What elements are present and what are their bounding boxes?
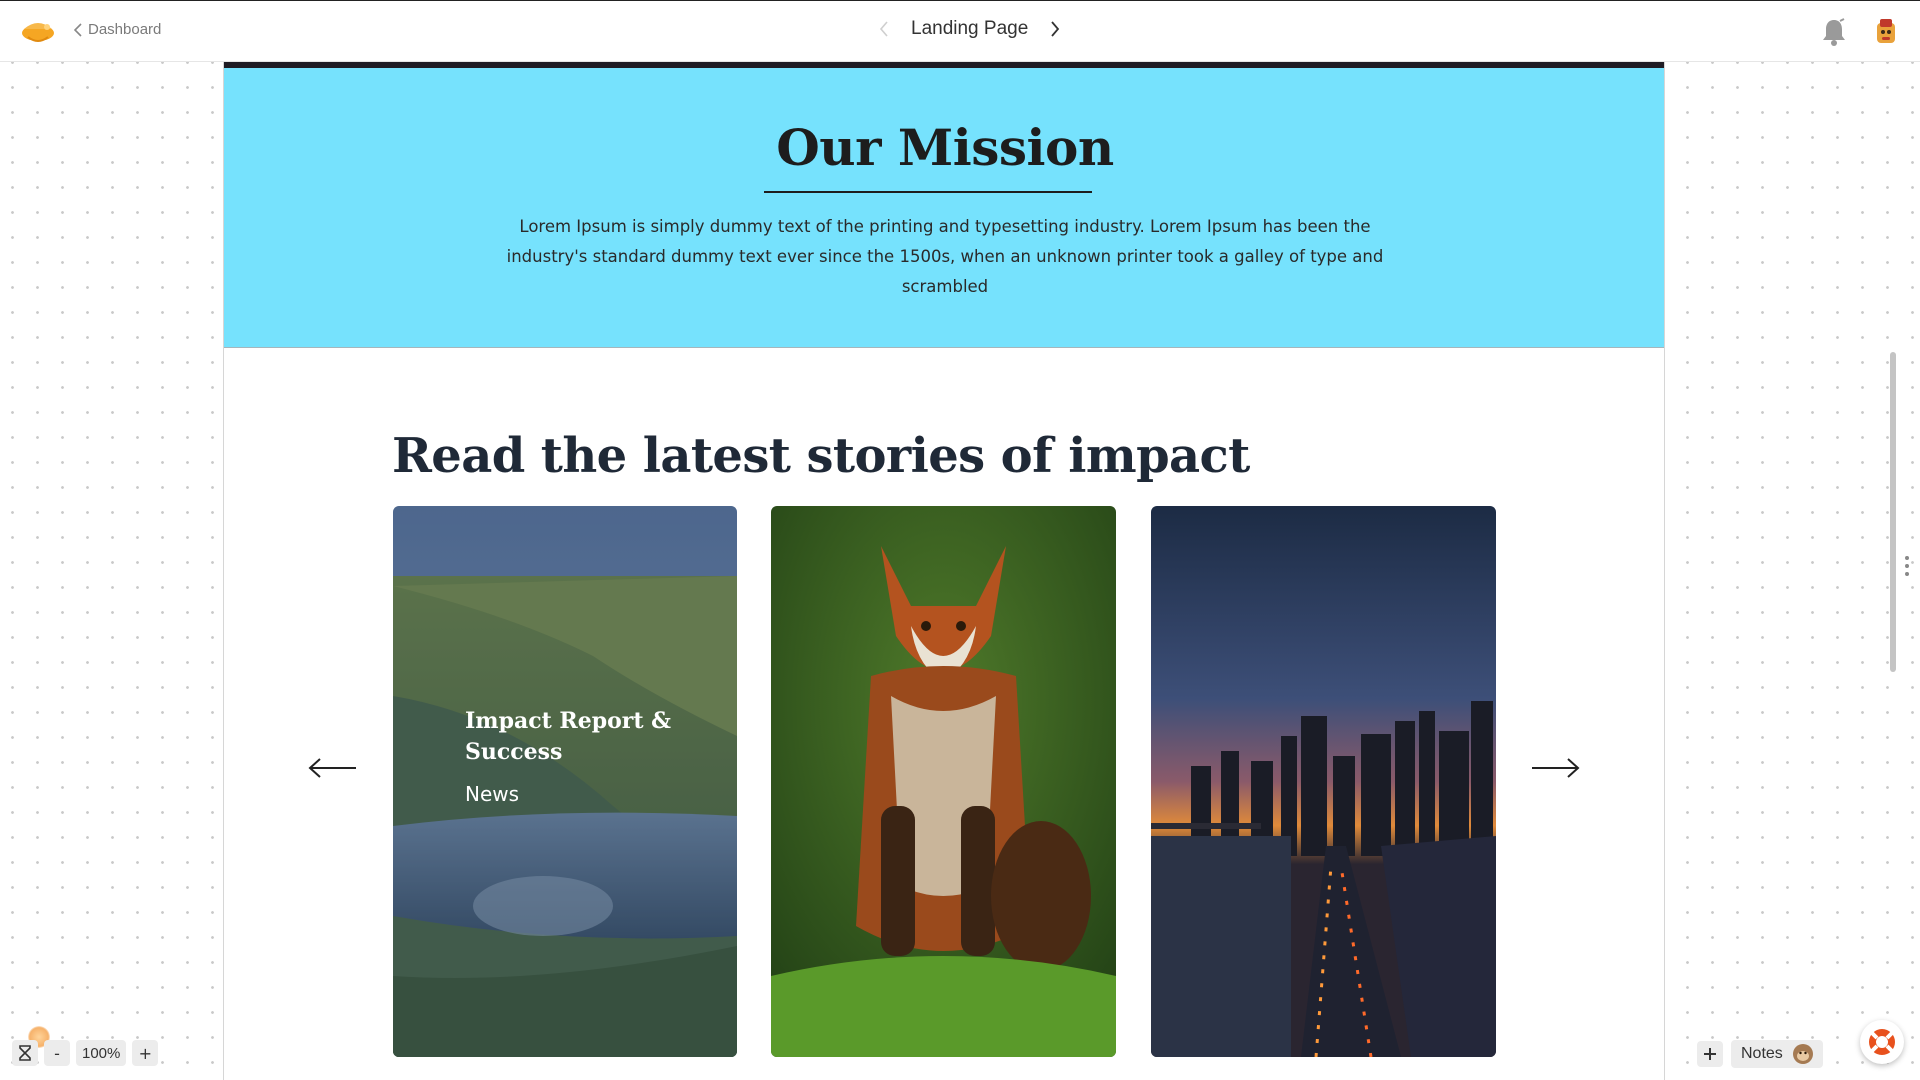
page-title: Landing Page bbox=[911, 18, 1029, 39]
logo-icon[interactable] bbox=[18, 15, 58, 47]
chevron-left-icon bbox=[74, 22, 82, 37]
story-card[interactable] bbox=[771, 506, 1116, 1057]
zoom-level[interactable]: 100% bbox=[76, 1040, 127, 1066]
back-to-dashboard-link[interactable]: Dashboard bbox=[74, 21, 161, 38]
city-skyline-sunset-photo bbox=[1151, 506, 1496, 1057]
page-canvas: Our Mission Lorem Ipsum is simply dummy … bbox=[223, 62, 1665, 1080]
panel-resize-handle[interactable] bbox=[1904, 556, 1910, 586]
help-button[interactable] bbox=[1860, 1020, 1904, 1064]
history-button[interactable] bbox=[12, 1040, 38, 1066]
arrow-left-icon bbox=[308, 758, 356, 778]
monkey-icon bbox=[1792, 1044, 1813, 1064]
back-link-label: Dashboard bbox=[88, 21, 162, 38]
mission-title-underline bbox=[764, 191, 1092, 193]
notes-label: Notes bbox=[1741, 1045, 1783, 1062]
chevron-right-icon bbox=[1051, 21, 1060, 37]
mission-title: Our Mission bbox=[776, 118, 1114, 177]
arrow-right-icon bbox=[1532, 758, 1580, 778]
notes-controls: Notes bbox=[1697, 1040, 1823, 1068]
stories-title: Read the latest stories of impact bbox=[392, 428, 1250, 484]
notes-button[interactable]: Notes bbox=[1731, 1040, 1823, 1068]
carousel-next-arrow[interactable] bbox=[1530, 756, 1580, 780]
story-card[interactable] bbox=[1151, 506, 1496, 1057]
mission-section[interactable]: Our Mission Lorem Ipsum is simply dummy … bbox=[224, 68, 1664, 348]
add-button[interactable] bbox=[1697, 1041, 1723, 1067]
previous-page-button[interactable] bbox=[875, 17, 893, 41]
bell-icon[interactable] bbox=[1820, 17, 1848, 47]
carousel-prev-arrow[interactable] bbox=[308, 756, 358, 780]
page-navigator: Landing Page bbox=[875, 17, 1064, 41]
avatar-icon[interactable] bbox=[1872, 17, 1900, 47]
hourglass-icon bbox=[19, 1045, 31, 1061]
story-card[interactable]: Impact Report & Success News bbox=[393, 506, 737, 1057]
top-bar: Dashboard Landing Page bbox=[0, 0, 1920, 62]
chevron-left-icon bbox=[879, 21, 888, 37]
next-page-button[interactable] bbox=[1046, 17, 1064, 41]
zoom-out-button[interactable]: - bbox=[44, 1040, 70, 1066]
red-fox-photo bbox=[771, 506, 1116, 1057]
plus-icon bbox=[1704, 1048, 1716, 1060]
mission-body: Lorem Ipsum is simply dummy text of the … bbox=[506, 217, 1384, 296]
vertical-scrollbar[interactable] bbox=[1890, 352, 1896, 672]
card-overlay bbox=[393, 506, 737, 1057]
zoom-in-button[interactable]: + bbox=[132, 1040, 159, 1066]
card-tag: News bbox=[465, 782, 520, 806]
zoom-controls: - 100% + bbox=[12, 1040, 159, 1066]
card-title: Impact Report & Success bbox=[465, 708, 672, 765]
help-lifebuoy-icon bbox=[1869, 1029, 1895, 1055]
